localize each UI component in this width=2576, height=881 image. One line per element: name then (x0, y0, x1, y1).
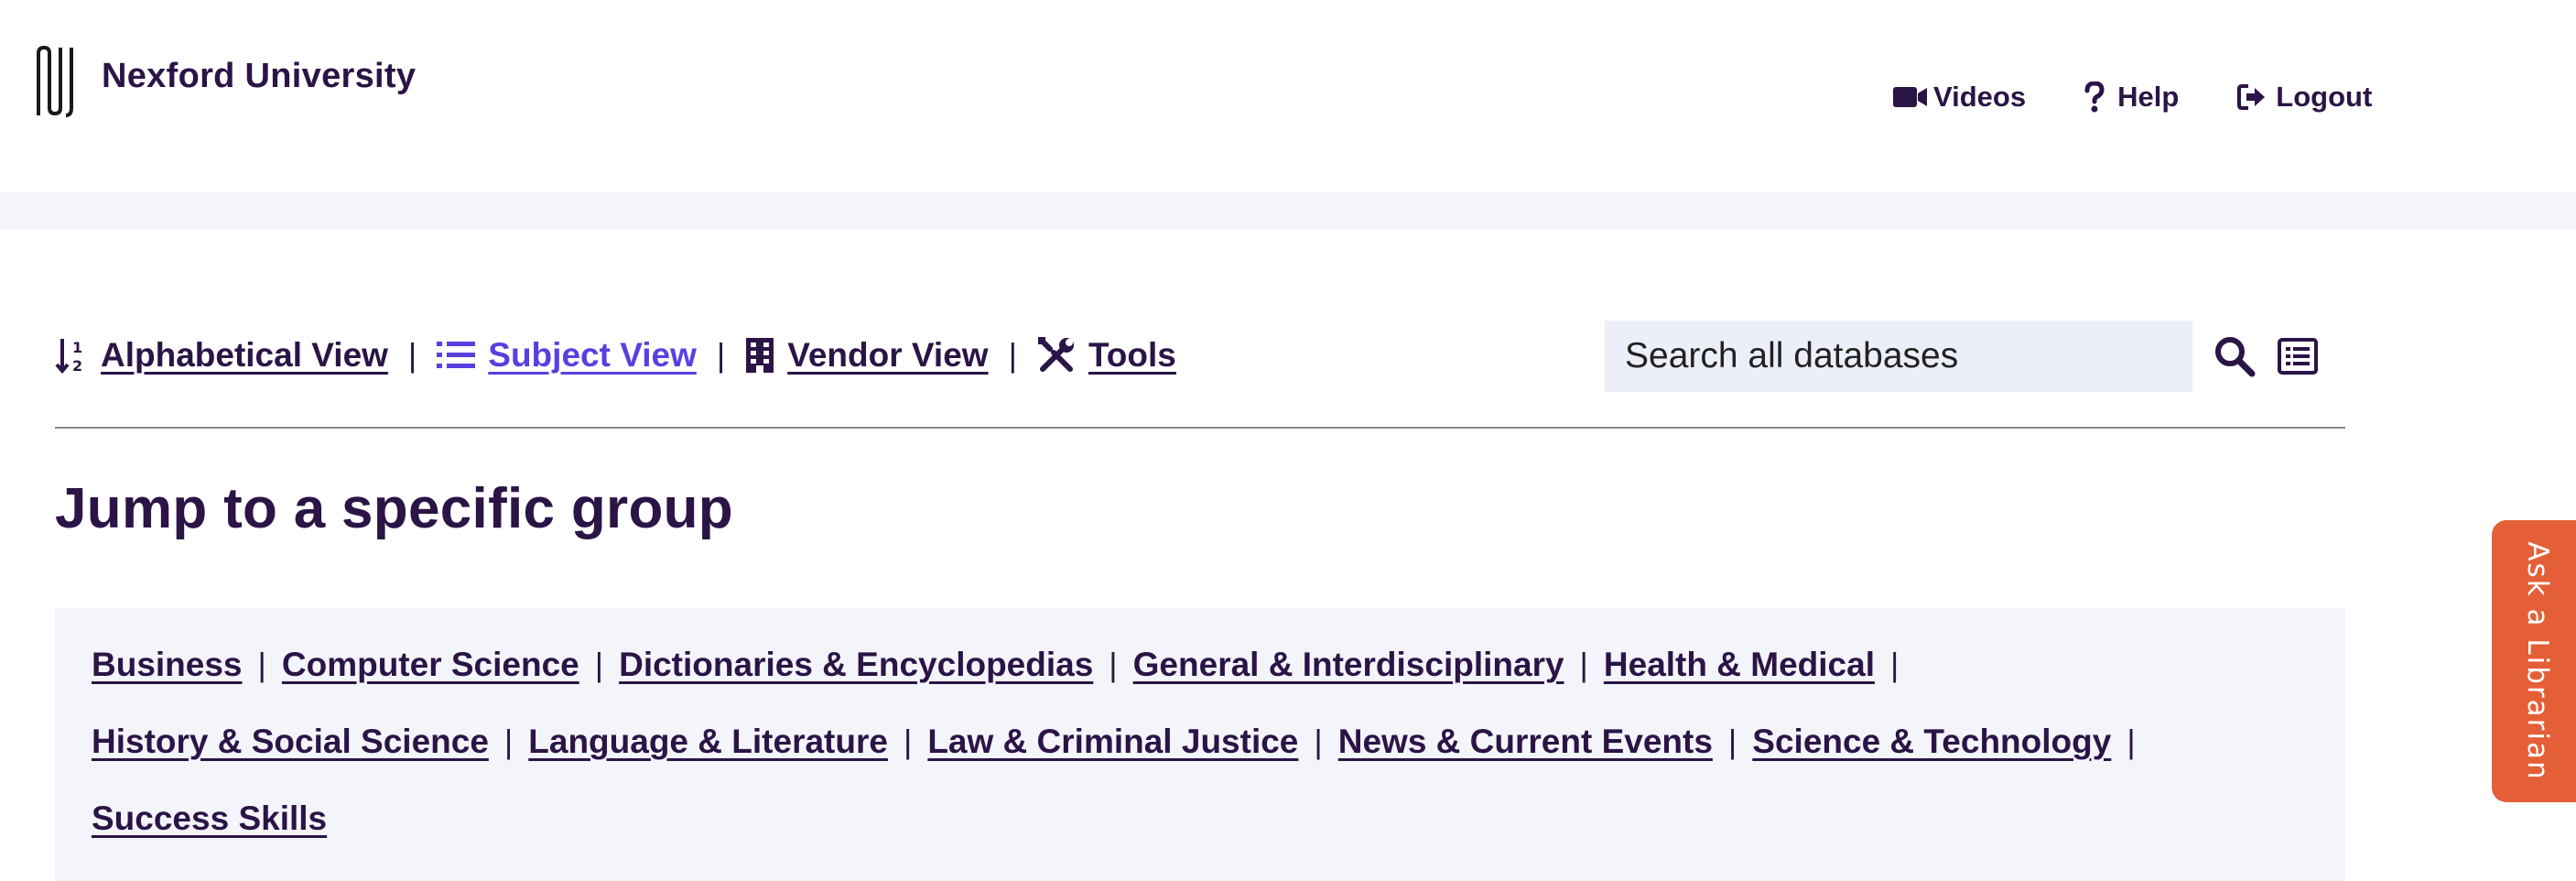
brand-name[interactable]: Nexford University (102, 57, 416, 96)
separator: | (1889, 646, 1900, 683)
building-icon (745, 337, 774, 374)
help-label: Help (2117, 81, 2180, 113)
separator: | (1579, 646, 1588, 683)
view-switcher: 1 2 Alphabetical View | Subject View | V… (55, 330, 1176, 381)
logout-label: Logout (2276, 81, 2373, 113)
page-heading: Jump to a specific group (55, 477, 733, 540)
nexford-logo-icon[interactable] (35, 44, 75, 117)
group-link-law-criminal-justice[interactable]: Law & Criminal Justice (927, 723, 1298, 761)
separator: | (257, 646, 266, 683)
tools-label: Tools (1088, 336, 1176, 374)
subject-view-label: Subject View (488, 336, 697, 374)
search-icon[interactable] (2213, 335, 2256, 377)
group-link-language-literature[interactable]: Language & Literature (528, 723, 888, 761)
vendor-view-label: Vendor View (787, 336, 989, 374)
alphabetical-view-link[interactable]: 1 2 Alphabetical View (55, 336, 388, 375)
separator: | (2127, 723, 2136, 760)
question-icon (2084, 82, 2105, 113)
separator: | (1109, 646, 1118, 683)
group-link-general-interdisciplinary[interactable]: General & Interdisciplinary (1133, 646, 1564, 684)
header-band (0, 192, 2576, 229)
sort-alpha-icon: 1 2 (55, 337, 88, 374)
separator: | (1008, 336, 1017, 374)
tools-link[interactable]: Tools (1037, 336, 1176, 375)
database-search-input[interactable] (1605, 321, 2192, 392)
separator: | (503, 723, 514, 760)
top-nav: Videos Help Logout (1893, 81, 2430, 114)
divider (55, 427, 2345, 429)
group-link-health-medical[interactable]: Health & Medical (1604, 646, 1875, 684)
separator: | (716, 336, 726, 374)
ask-a-librarian-label: Ask a Librarian (2521, 541, 2554, 781)
site-header: Nexford University Videos Help Logout (0, 0, 2576, 192)
group-link-success-skills[interactable]: Success Skills (92, 799, 327, 838)
videos-link[interactable]: Videos (1893, 81, 2026, 114)
separator: | (1727, 723, 1737, 760)
svg-text:2: 2 (72, 357, 82, 374)
vendor-view-link[interactable]: Vendor View (745, 336, 989, 375)
videos-label: Videos (1933, 81, 2027, 113)
group-link-history-social-science[interactable]: History & Social Science (92, 723, 489, 761)
subject-view-link[interactable]: Subject View (437, 336, 697, 375)
separator: | (407, 336, 417, 374)
separator: | (594, 646, 604, 683)
group-jump-panel: Business | Computer Science | Dictionari… (55, 608, 2345, 881)
separator: | (903, 723, 913, 760)
group-link-dictionaries-encyclopedias[interactable]: Dictionaries & Encyclopedias (619, 646, 1093, 684)
logout-icon (2237, 84, 2266, 110)
ask-a-librarian-tab[interactable]: Ask a Librarian (2492, 520, 2576, 802)
separator: | (1314, 723, 1323, 760)
tools-icon (1037, 336, 1076, 375)
group-row-1: Business | Computer Science | Dictionari… (92, 640, 1914, 690)
list-icon (437, 340, 476, 371)
group-link-science-technology[interactable]: Science & Technology (1752, 723, 2111, 761)
group-row-2: History & Social Science | Language & Li… (92, 717, 2151, 767)
group-row-3: Success Skills (92, 794, 327, 843)
logout-link[interactable]: Logout (2237, 81, 2372, 114)
alphabetical-view-label: Alphabetical View (101, 336, 388, 374)
group-link-news-current-events[interactable]: News & Current Events (1338, 723, 1713, 761)
video-icon (1893, 87, 1927, 107)
group-link-business[interactable]: Business (92, 646, 243, 684)
list-view-icon[interactable] (2277, 337, 2319, 375)
svg-text:1: 1 (72, 339, 82, 356)
help-link[interactable]: Help (2084, 81, 2179, 114)
group-link-computer-science[interactable]: Computer Science (282, 646, 579, 684)
